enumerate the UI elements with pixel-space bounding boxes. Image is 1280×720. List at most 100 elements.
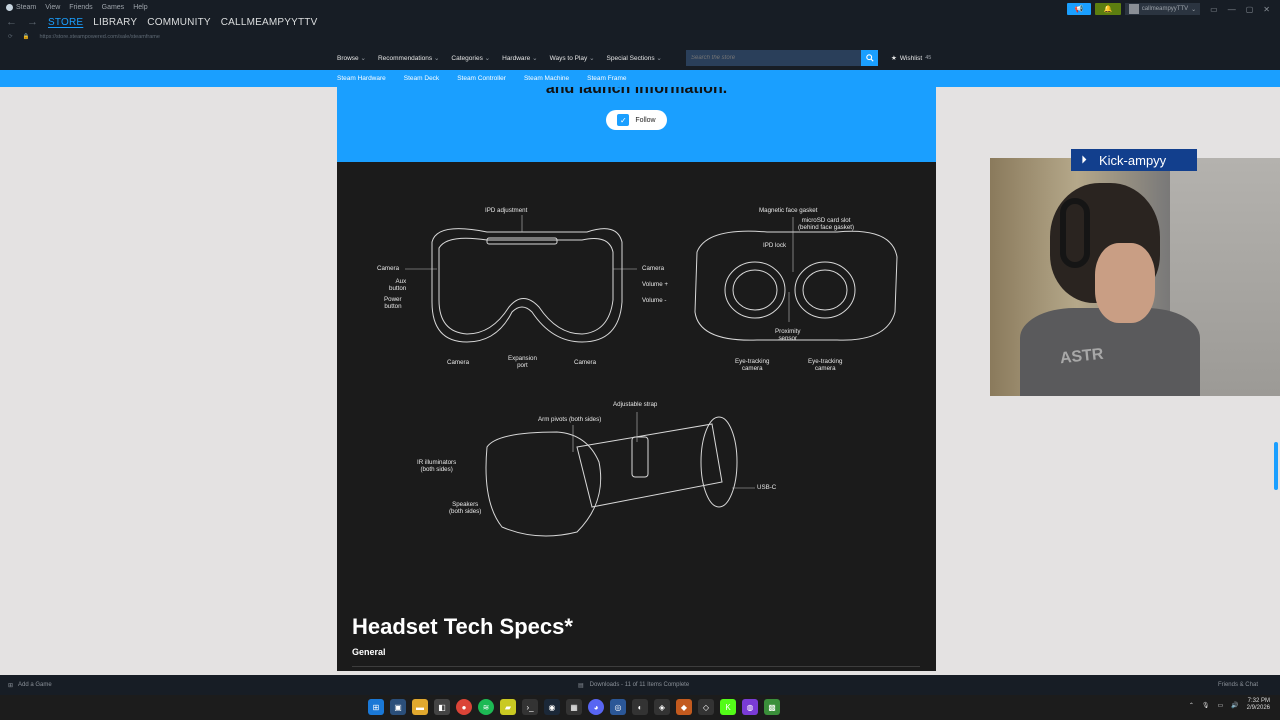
close-icon[interactable]: ✕ [1263,5,1270,14]
main-nav: ← → STORE LIBRARY COMMUNITY CALLMEAMPYYT… [6,16,317,28]
subnav-steam-machine[interactable]: Steam Machine [524,75,569,82]
label-ipd-lock: IPD lock [763,242,787,249]
app8-icon[interactable]: ◍ [742,699,758,715]
downloads-label: Downloads - 11 of 11 Items Complete [589,682,690,688]
label-microsd-slot: microSD card slot (behind face gasket) [798,217,855,231]
page-scrollbar[interactable] [1274,442,1278,490]
nav-hardware[interactable]: Hardware [502,54,537,62]
tab-library[interactable]: LIBRARY [93,17,137,28]
maximize-icon[interactable]: ▢ [1246,5,1254,14]
tray-expand-icon[interactable]: ⌃ [1189,702,1194,709]
add-game-button[interactable]: ⊞ Add a Game [8,675,52,695]
clock-date: 2/9/2026 [1246,705,1270,711]
specs-divider [352,666,920,667]
tab-community[interactable]: COMMUNITY [147,17,210,28]
store-nav-items: Browse Recommendations Categories Hardwa… [337,46,662,70]
menu-games[interactable]: Games [102,4,125,11]
terminal-icon[interactable]: ›_ [522,699,538,715]
headset-diagrams: IPD adjustment Camera Aux button Power b… [337,162,936,671]
forward-arrow-icon[interactable]: → [27,16,38,28]
nav-recommendations[interactable]: Recommendations [378,54,439,62]
minecraft-icon[interactable]: ▩ [764,699,780,715]
app6-icon[interactable]: ◆ [676,699,692,715]
notes-icon[interactable]: ▰ [500,699,516,715]
follow-button[interactable]: ✓ Follow [606,110,667,130]
taskbar-clock[interactable]: 7:32 PM 2/9/2026 [1247,698,1270,712]
lock-icon: 🔒 [22,34,30,40]
app5-icon[interactable]: ◈ [654,699,670,715]
discord-icon[interactable]: ◕ [588,699,604,715]
menu-friends[interactable]: Friends [69,4,92,11]
back-arrow-icon[interactable]: ← [6,16,17,28]
downloads-status[interactable]: ▤ Downloads - 11 of 11 Items Complete [578,675,689,695]
subnav-steam-frame[interactable]: Steam Frame [587,75,626,82]
menu-help[interactable]: Help [133,4,147,11]
search-icon [865,54,874,62]
app7-icon[interactable]: ◇ [698,699,714,715]
playstation-icon: ⏵ [1081,153,1087,166]
windows-start-icon[interactable]: ⊞ [368,699,384,715]
megaphone-icon: 📢 [1074,6,1084,13]
app-icon[interactable]: ◧ [434,699,450,715]
app3-icon[interactable]: ◎ [610,699,626,715]
tab-store[interactable]: STORE [48,17,83,28]
folder-icon[interactable]: ▬ [412,699,428,715]
nav-categories[interactable]: Categories [451,54,490,62]
nav-special-sections[interactable]: Special Sections [607,54,662,62]
notifications-button[interactable]: 🔔 [1094,3,1121,15]
add-game-label: Add a Game [18,682,52,688]
steam-logo-icon [6,4,13,11]
follow-banner: and launch information. ✓ Follow [337,87,936,162]
nav-ways-to-play[interactable]: Ways to Play [550,54,595,62]
spotify-icon[interactable]: ≋ [478,699,494,715]
windows-taskbar: ⊞ ▣ ▬ ◧ ● ≋ ▰ ›_ ◉ ▦ ◕ ◎ ◐ ◈ ◆ ◇ K ◍ ▩ ⌃… [0,695,1280,720]
kick-icon[interactable]: K [720,699,736,715]
bigpicture-icon[interactable]: ▭ [1210,5,1218,14]
label-camera-right: Camera [642,265,665,272]
label-usb-c: USB-C [757,484,777,491]
steam-menu: Steam View Friends Games Help [6,4,148,11]
avatar [1128,4,1139,14]
subnav-steam-deck[interactable]: Steam Deck [404,75,439,82]
search-input[interactable] [686,50,861,66]
app2-icon[interactable]: ▦ [566,699,582,715]
steam-taskbar-icon[interactable]: ◉ [544,699,560,715]
minimize-icon[interactable]: — [1228,5,1236,14]
label-camera-bottom-left: Camera [447,359,470,366]
tab-profile[interactable]: CALLMEAMPYYTTV [221,17,318,28]
friends-chat-button[interactable]: Friends & Chat [1218,675,1258,695]
menu-view[interactable]: View [45,4,60,11]
steam-bottom-bar: ⊞ Add a Game ▤ Downloads - 11 of 11 Item… [0,675,1280,695]
webcam-headset [1060,198,1090,268]
network-icon[interactable]: ▭ [1217,702,1223,709]
label-speakers: Speakers (both sides) [449,501,482,515]
menu-steam[interactable]: Steam [6,4,36,11]
microphone-icon[interactable]: 🎙 [1202,702,1210,709]
url-bar: ⟳ 🔒 https://store.steampowered.com/sale/… [8,34,160,40]
streamer-name: Kick-ampyy [1099,152,1167,168]
store-search [686,50,878,66]
nav-browse[interactable]: Browse [337,54,366,62]
user-menu[interactable]: callmeampyyTTV ⌄ [1124,3,1201,15]
streamer-badge: ⏵ Kick-ampyy [1071,149,1197,171]
label-ipd-adjustment: IPD adjustment [485,207,528,214]
store-nav: Browse Recommendations Categories Hardwa… [0,46,1280,70]
subnav-steam-hardware[interactable]: Steam Hardware [337,75,386,82]
label-eye-tracking-left: Eye-tracking camera [735,358,770,372]
widget-icon[interactable]: ▣ [390,699,406,715]
app4-icon[interactable]: ◐ [632,699,648,715]
subnav-steam-controller[interactable]: Steam Controller [457,75,506,82]
url-text[interactable]: https://store.steampowered.com/sale/stea… [39,34,159,40]
chrome-icon[interactable]: ● [456,699,472,715]
search-button[interactable] [861,50,878,66]
label-volume-plus: Volume + [642,281,668,288]
wishlist-count: 45 [925,55,932,61]
volume-icon[interactable]: 🔊 [1231,702,1238,709]
webcam-overlay: ASTR [990,158,1280,396]
wishlist-link[interactable]: ★ Wishlist 45 [891,46,931,70]
reload-icon[interactable]: ⟳ [8,34,13,40]
checkmark-icon: ✓ [617,114,630,126]
page-content: and launch information. ✓ Follow IPD adj… [337,87,936,671]
announce-button[interactable]: 📢 [1066,3,1091,15]
label-magnetic-face-gasket: Magnetic face gasket [759,207,818,214]
